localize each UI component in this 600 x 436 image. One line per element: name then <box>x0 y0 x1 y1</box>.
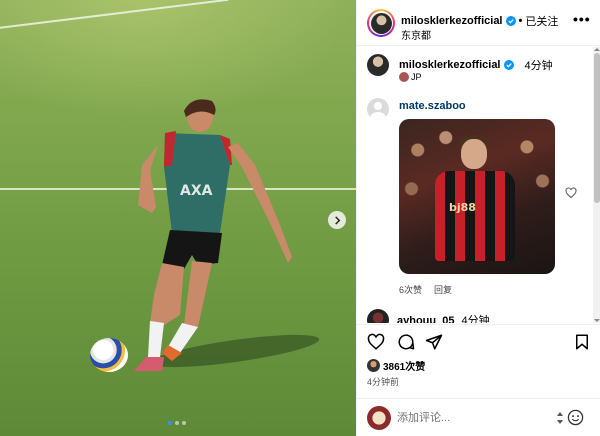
comments-scrollbar[interactable] <box>593 47 600 323</box>
comment-bubble-icon[interactable] <box>397 333 415 351</box>
commenter-user-line: ayhouu_05 4分钟 <box>397 312 490 323</box>
caption-time: 4分钟 <box>524 60 553 72</box>
commenter-avatar[interactable] <box>367 309 389 323</box>
comments-list: milosklerkezofficial 4分钟 JP mate.szaboo … <box>357 47 593 323</box>
bookmark-icon[interactable] <box>573 333 591 351</box>
post-location[interactable]: 东京都 <box>401 27 431 42</box>
post-actions: 3861次赞 4分钟前 <box>357 324 600 398</box>
post-header: milosklerkezofficial • 已关注 东京都 ••• <box>357 0 600 46</box>
likes-summary[interactable]: 3861次赞 <box>367 358 425 373</box>
carousel-dot <box>168 421 172 425</box>
likes-count[interactable]: 3861次赞 <box>383 358 425 373</box>
commenter-avatar[interactable] <box>367 98 389 120</box>
post-photo[interactable]: AXA <box>0 0 356 436</box>
comment-time: 4分钟 <box>461 315 490 323</box>
svg-text:AXA: AXA <box>180 183 213 199</box>
commenter-username[interactable]: ayhouu_05 <box>397 315 454 323</box>
image-player-jersey <box>435 171 515 261</box>
verified-badge-icon <box>503 60 514 70</box>
share-send-icon[interactable] <box>425 333 443 351</box>
comment-image[interactable]: bj88 <box>399 119 555 274</box>
follow-status-button[interactable]: 已关注 <box>525 13 558 29</box>
comment-likes-count[interactable]: 6次赞 <box>399 283 422 296</box>
jersey-sponsor-text: bj88 <box>449 201 476 214</box>
comment-input[interactable] <box>397 409 547 427</box>
comment-like-heart-icon[interactable] <box>565 187 577 199</box>
carousel-next-button[interactable] <box>328 211 346 229</box>
liker-avatar <box>367 359 380 372</box>
emoji-icon[interactable] <box>567 409 584 426</box>
scroll-up-arrow-icon[interactable] <box>594 48 600 51</box>
caption-user-line: milosklerkezofficial 4分钟 <box>399 57 553 73</box>
author-avatar[interactable] <box>367 9 395 37</box>
caption-tag: JP <box>411 72 422 82</box>
like-heart-icon[interactable] <box>367 333 385 351</box>
carousel-indicator <box>168 421 186 425</box>
soccer-ball <box>90 338 128 372</box>
post-timestamp: 4分钟前 <box>367 377 400 387</box>
comment-meta: 6次赞 回复 <box>399 283 452 296</box>
caption-tag-line: JP <box>399 72 422 82</box>
scrollbar-thumb[interactable] <box>594 53 600 203</box>
separator-dot: • <box>518 15 523 27</box>
carousel-dot <box>175 421 179 425</box>
caption-username[interactable]: milosklerkezofficial <box>399 59 501 71</box>
author-username[interactable]: milosklerkezofficial <box>401 15 503 27</box>
scroll-down-arrow-icon[interactable] <box>594 319 600 322</box>
more-options-icon[interactable]: ••• <box>573 12 591 26</box>
caption-avatar[interactable] <box>367 54 389 76</box>
post-side-panel: milosklerkezofficial • 已关注 东京都 ••• milos… <box>356 0 600 436</box>
image-player-head <box>461 139 487 169</box>
tagged-user-avatar[interactable] <box>399 72 409 82</box>
input-stepper-icon[interactable] <box>557 411 563 425</box>
add-comment-bar <box>357 398 600 436</box>
reply-button[interactable]: 回复 <box>434 283 452 296</box>
current-user-avatar <box>367 406 391 430</box>
carousel-dot <box>182 421 186 425</box>
chevron-right-icon <box>334 215 340 225</box>
verified-badge-icon <box>505 16 516 26</box>
commenter-username[interactable]: mate.szaboo <box>399 100 466 112</box>
